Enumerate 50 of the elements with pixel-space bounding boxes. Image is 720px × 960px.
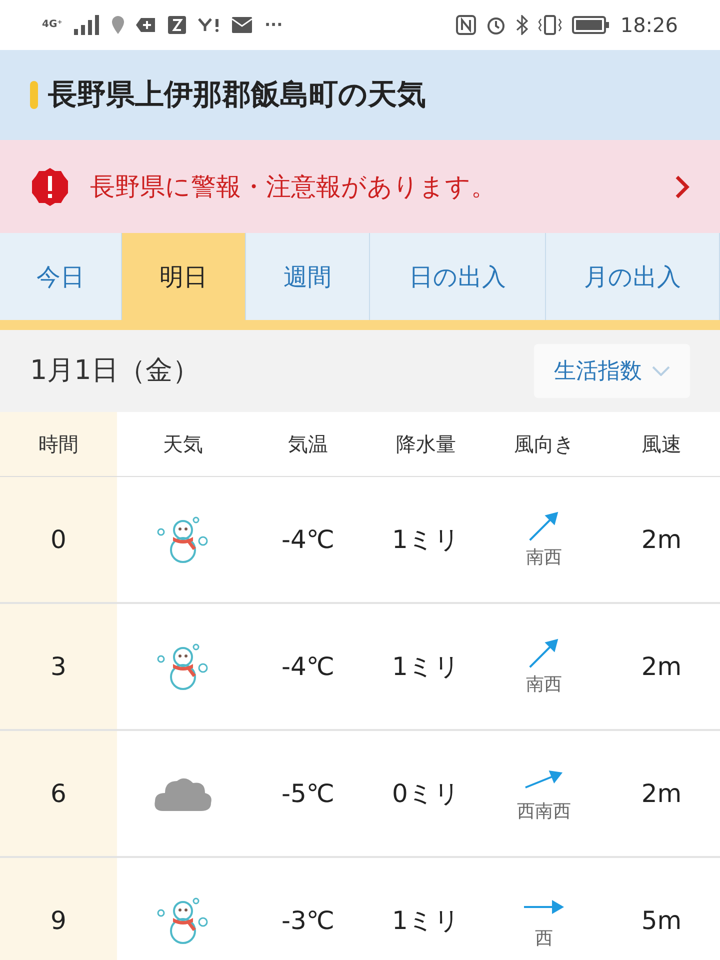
column-header: 風向き <box>513 431 575 458</box>
column-header: 天気 <box>162 431 204 458</box>
chevron-down-icon <box>652 366 670 376</box>
wind-speed-cell-text: 2m <box>640 778 683 810</box>
wind-speed-cell-text: 5m <box>640 904 683 937</box>
precipitation-cell-text: 1ミリ <box>391 524 461 556</box>
hour-cell: 0 <box>0 477 117 602</box>
warning-icon <box>30 166 70 206</box>
column-header: 気温 <box>287 431 329 458</box>
wind-direction: 南西 <box>526 546 562 570</box>
alarm-icon <box>486 15 506 35</box>
mail-icon <box>232 17 252 33</box>
precipitation-cell-text: 0ミリ <box>391 778 461 810</box>
yahoo-icon <box>198 17 220 33</box>
signal-icon <box>74 15 100 35</box>
column-header: 時間 <box>0 412 117 476</box>
warning-banner[interactable]: 長野県に警報・注意報があります。 <box>0 140 720 233</box>
app-icon <box>168 16 186 34</box>
temperature-cell-text: -5℃ <box>280 778 336 810</box>
battery-icon <box>572 16 610 34</box>
temperature-cell-text: -4℃ <box>280 524 336 556</box>
life-index-dropdown[interactable]: 生活指数 <box>534 344 690 398</box>
bluetooth-icon <box>516 15 528 35</box>
wind-speed-cell-text: 2m <box>640 524 683 556</box>
clock: 18:26 <box>620 12 678 39</box>
chevron-right-icon <box>674 174 690 200</box>
title-accent <box>30 81 38 109</box>
warning-text: 長野県に警報・注意報があります。 <box>90 170 497 203</box>
more-notifications: ··· <box>264 14 283 36</box>
hour-cell: 6 <box>0 731 117 856</box>
nfc-icon <box>456 15 476 35</box>
vibrate-icon <box>538 15 562 35</box>
hour-cell: 3 <box>0 604 117 729</box>
precipitation-cell-text: 1ミリ <box>391 904 461 937</box>
temperature-cell-text: -4℃ <box>280 650 336 683</box>
network-label: 4G⁺ <box>42 20 62 30</box>
wind-direction: 西 <box>535 927 553 951</box>
tab[interactable]: 明日 <box>122 233 246 320</box>
column-header: 降水量 <box>395 431 457 458</box>
column-header: 風速 <box>640 431 682 458</box>
wind-direction: 西南西 <box>517 800 571 824</box>
wind-speed-cell-text: 2m <box>640 650 683 683</box>
temperature-cell-text: -3℃ <box>280 904 336 937</box>
hour-cell: 9 <box>0 858 117 960</box>
wind-direction: 南西 <box>526 673 562 697</box>
medical-tag-icon <box>136 17 156 33</box>
page-title: 長野県上伊那郡飯島町の天気 <box>48 76 426 114</box>
date-label: 1月1日（金） <box>30 354 200 388</box>
location-icon <box>112 16 124 34</box>
precipitation-cell-text: 1ミリ <box>391 650 461 683</box>
